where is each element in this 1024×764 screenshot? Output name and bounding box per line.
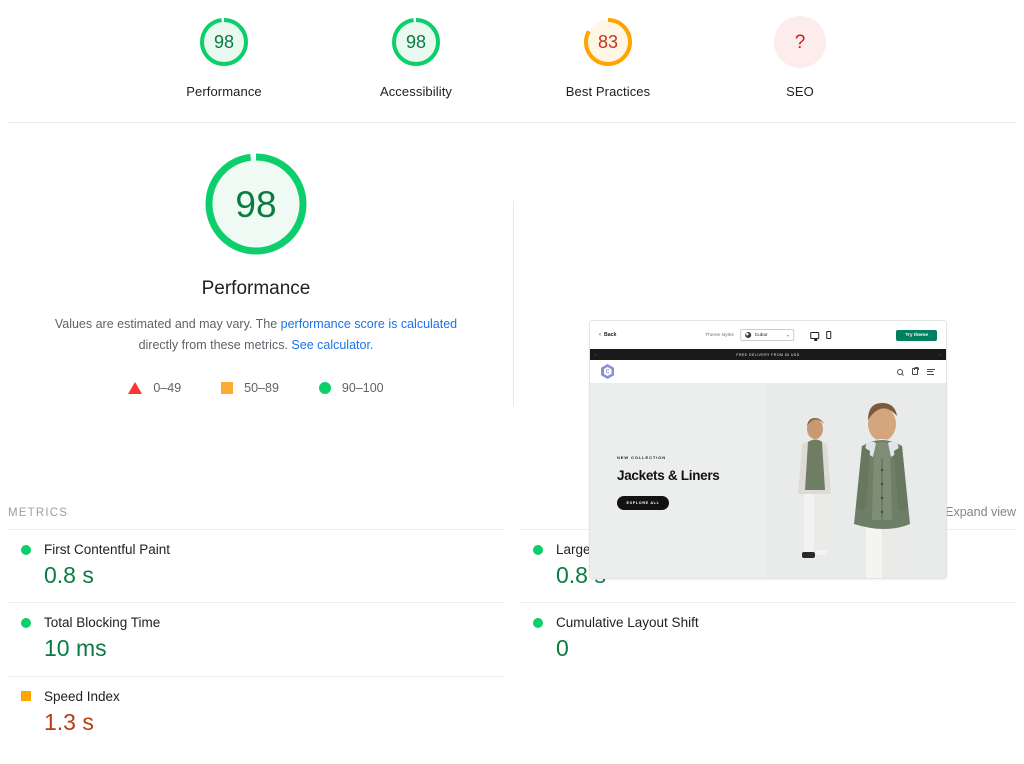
score-label: Accessibility: [379, 84, 453, 99]
store-logo-icon[interactable]: C: [601, 364, 614, 379]
score-item-performance[interactable]: 98 Performance: [160, 16, 288, 99]
back-button[interactable]: ‹ Back: [599, 332, 616, 338]
metrics-section-title: METRICS: [8, 507, 69, 519]
models-photo: [766, 384, 946, 578]
performance-score-pane: 98 Performance Values are estimated and …: [0, 123, 512, 493]
score-label: Best Practices: [565, 84, 651, 99]
metric-value: 0: [556, 635, 569, 662]
pass-dot-icon: [21, 544, 31, 555]
theme-editor-toolbar: ‹ Back Theme styles Cubor ▾ Try theme: [590, 321, 946, 349]
metric-name: Total Blocking Time: [44, 615, 161, 631]
pass-dot-icon: [21, 617, 31, 628]
gauge-best-practices: 83: [582, 16, 634, 68]
shopping-bag-icon[interactable]: [912, 367, 919, 375]
average-square-icon: [21, 691, 31, 702]
score-legend: 0–49 50–89 90–100: [128, 381, 384, 395]
gauge-value: 98: [405, 32, 427, 52]
page-title: Performance: [201, 278, 311, 299]
metric-name: Speed Index: [44, 688, 120, 704]
legend-range: 90–100: [341, 381, 384, 395]
metric-name: First Contentful Paint: [44, 542, 171, 557]
back-label: Back: [604, 332, 617, 338]
legend-range: 50–89: [244, 381, 279, 395]
disclaimer-text-1: Values are estimated and may vary. The: [54, 317, 281, 331]
metric-name: Cumulative Layout Shift: [556, 615, 699, 631]
performance-score-calculated-link[interactable]: performance score is calculated: [281, 317, 457, 331]
hero-copy: NEW COLLECTION Jackets & Liners EXPLORE …: [590, 384, 766, 578]
announcement-text: FREE DELIVERY FROM 50 USD: [736, 352, 800, 357]
try-theme-button[interactable]: Try theme: [896, 329, 937, 341]
see-calculator-link[interactable]: See calculator.: [291, 338, 373, 352]
pass-dot-icon: [533, 544, 543, 555]
announcement-prev-icon[interactable]: ‹: [595, 353, 597, 357]
green-circle-icon: [318, 382, 331, 394]
pass-dot-icon: [533, 617, 543, 628]
vertical-divider: [513, 201, 514, 406]
metric-value: 1.3 s: [44, 708, 94, 735]
announcement-next-icon[interactable]: ›: [939, 353, 941, 357]
explore-all-button[interactable]: EXPLORE ALL: [617, 495, 669, 510]
device-toggle-group: [809, 331, 831, 341]
score-disclaimer: Values are estimated and may vary. The p…: [41, 314, 471, 356]
header-icon-group: [897, 367, 935, 375]
score-item-accessibility[interactable]: 98 Accessibility: [352, 16, 480, 99]
score-item-seo[interactable]: ? SEO: [736, 16, 864, 99]
orange-square-icon: [221, 382, 234, 394]
desktop-view-icon[interactable]: [809, 331, 819, 341]
red-triangle-icon: [128, 382, 143, 394]
legend-range: 0–49: [153, 381, 182, 395]
hero-heading: Jackets & Liners: [617, 467, 720, 483]
performance-gauge-large: 98: [201, 149, 311, 259]
performance-score-value: 98: [235, 183, 277, 225]
hero-image: [766, 384, 946, 578]
final-screenshot-thumbnail[interactable]: ‹ Back Theme styles Cubor ▾ Try theme ‹ …: [589, 320, 947, 579]
theme-style-value: Cubor: [754, 332, 768, 338]
store-header: C: [590, 360, 946, 384]
chevron-left-icon: ‹: [599, 332, 601, 338]
color-swatch-icon: [744, 332, 751, 338]
disclaimer-text-2: directly from these metrics.: [138, 338, 292, 352]
metric-row[interactable]: Total Blocking Time 10 ms: [8, 602, 504, 675]
legend-item-average: 50–89: [221, 381, 279, 395]
metric-row[interactable]: Speed Index 1.3 s: [8, 675, 504, 749]
gauge-accessibility: 98: [390, 16, 442, 68]
metric-row[interactable]: First Contentful Paint 0.8 s: [8, 529, 504, 602]
metrics-column-left: First Contentful Paint 0.8 s Total Block…: [8, 529, 504, 749]
performance-summary-area: 98 Performance Values are estimated and …: [0, 123, 1024, 579]
theme-style-select[interactable]: Cubor ▾: [739, 329, 794, 341]
mobile-view-icon[interactable]: [825, 331, 831, 339]
logo-letter: C: [603, 367, 612, 376]
score-label: SEO: [786, 84, 814, 99]
hero-section: NEW COLLECTION Jackets & Liners EXPLORE …: [590, 384, 946, 578]
gauge-value: 98: [213, 32, 235, 52]
question-mark-icon: ?: [794, 31, 806, 53]
legend-item-pass: 90–100: [318, 381, 384, 395]
score-label: Performance: [186, 84, 262, 99]
hero-eyebrow: NEW COLLECTION: [617, 454, 667, 460]
score-item-best-practices[interactable]: 83 Best Practices: [544, 16, 672, 99]
metric-value: 0.8 s: [44, 562, 94, 588]
search-icon[interactable]: [897, 368, 903, 375]
metric-value: 10 ms: [44, 635, 107, 662]
menu-icon[interactable]: [927, 368, 935, 375]
theme-styles-label: Theme styles: [705, 332, 734, 338]
gauge-performance: 98: [198, 16, 250, 68]
announcement-bar: ‹ FREE DELIVERY FROM 50 USD ›: [590, 349, 946, 360]
theme-style-selector-group: Theme styles Cubor ▾: [705, 329, 831, 341]
metric-row[interactable]: Cumulative Layout Shift 0: [520, 602, 1016, 675]
gauge-value: 83: [597, 32, 619, 52]
screenshot-pane: ‹ Back Theme styles Cubor ▾ Try theme ‹ …: [512, 123, 1024, 579]
category-score-bar: 98 Performance 98 Accessibility 83 Best …: [0, 0, 1024, 122]
gauge-seo-error: ?: [774, 16, 826, 68]
expand-view-button[interactable]: Expand view: [945, 505, 1016, 519]
legend-item-fail: 0–49: [128, 381, 181, 395]
chevron-down-icon: ▾: [786, 332, 789, 338]
